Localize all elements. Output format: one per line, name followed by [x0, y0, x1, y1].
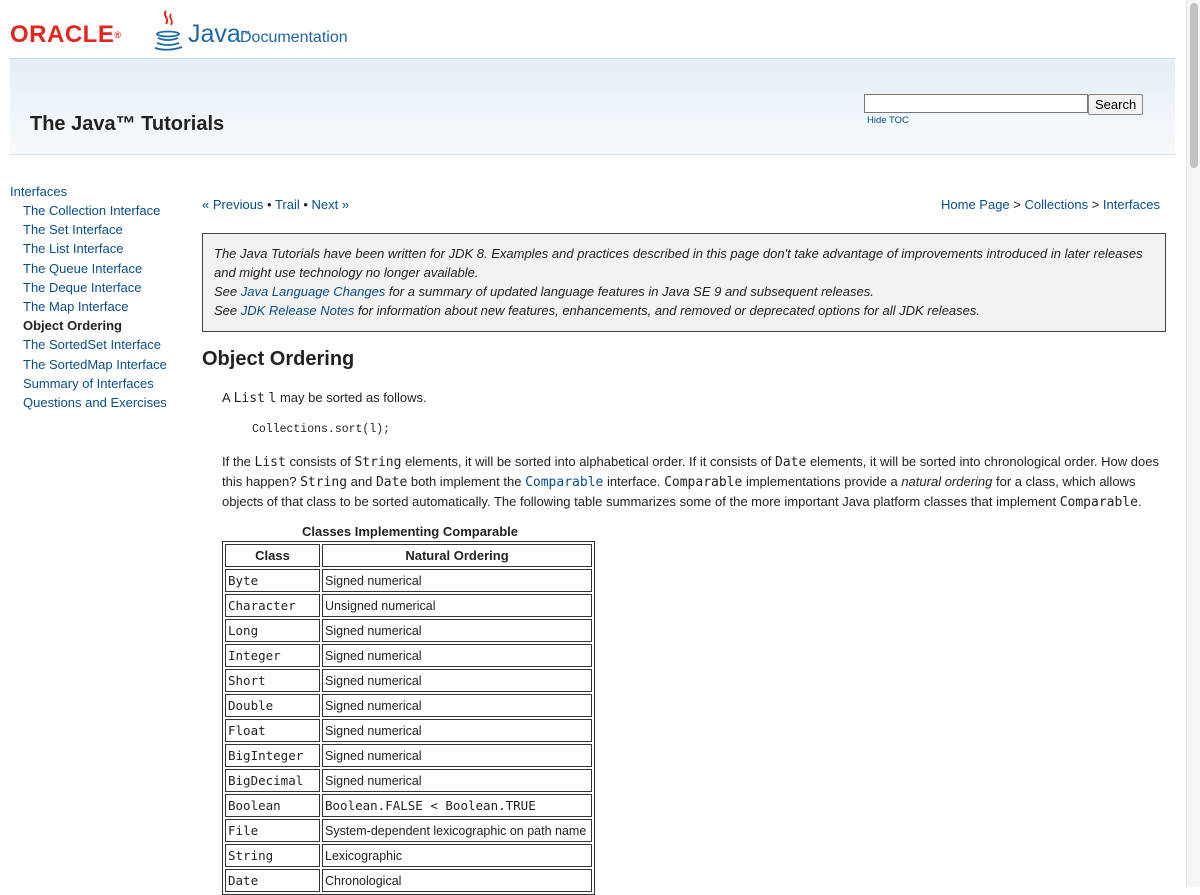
table-row: Float Signed numerical [225, 719, 592, 742]
class-cell: Integer [225, 644, 320, 667]
page-title: Object Ordering [202, 348, 355, 370]
ordering-cell: Signed numerical [322, 619, 592, 642]
jdk-release-notes-link[interactable]: JDK Release Notes [241, 303, 354, 318]
note-line-1: The Java Tutorials have been written for… [214, 246, 1143, 280]
table-row: Character Unsigned numerical [225, 594, 592, 617]
sidebar-item-sortedmap-interface[interactable]: The SortedMap Interface [10, 355, 190, 374]
sidebar-item-interfaces[interactable]: Interfaces [10, 182, 190, 201]
class-cell: Character [225, 594, 320, 617]
comparable-classes-table: Class Natural Ordering Byte Signed numeri… [222, 541, 595, 895]
sidebar-item-sortedset-interface[interactable]: The SortedSet Interface [10, 335, 190, 354]
ordering-cell: Signed numerical [322, 719, 592, 742]
page-navigation: « Previous • Trail • Next » [202, 197, 350, 212]
sidebar-item-set-interface[interactable]: The Set Interface [10, 220, 190, 239]
next-link[interactable]: Next » [312, 197, 350, 212]
comparable-link[interactable]: Comparable [525, 474, 603, 490]
class-cell: Long [225, 619, 320, 642]
sidebar-item-object-ordering: Object Ordering [23, 318, 122, 334]
search-button[interactable]: Search [1088, 94, 1144, 115]
class-cell: File [225, 819, 320, 842]
column-header-natural-ordering: Natural Ordering [322, 544, 592, 567]
table-row: File System-dependent lexicographic on pa… [225, 819, 592, 842]
class-cell: Short [225, 669, 320, 692]
class-cell: BigDecimal [225, 769, 320, 792]
sidebar-toc: Interfaces The Collection Interface The … [10, 182, 190, 412]
sidebar-item-questions-and-exercises[interactable]: Questions and Exercises [10, 393, 190, 412]
oracle-logo-text: ORACLE [10, 21, 115, 48]
table-caption: Classes Implementing Comparable [301, 524, 518, 539]
code-sample: Collections.sort(l); [252, 423, 391, 436]
ordering-cell: Signed numerical [322, 569, 592, 592]
table-row: Byte Signed numerical [225, 569, 592, 592]
column-header-class: Class [225, 544, 320, 567]
table-row: Double Signed numerical [225, 694, 592, 717]
scrollbar-thumb[interactable] [1190, 3, 1198, 168]
java-language-changes-link[interactable]: Java Language Changes [241, 284, 386, 299]
class-cell: Float [225, 719, 320, 742]
intro-paragraph: A List l may be sorted as follows. [222, 390, 427, 406]
table-header-row: Class Natural Ordering [225, 544, 592, 567]
sidebar-item-queue-interface[interactable]: The Queue Interface [10, 259, 190, 278]
header-banner: The Java™ Tutorials Search Hide TOC [10, 59, 1175, 155]
previous-link[interactable]: « Previous [202, 197, 263, 212]
trail-link[interactable]: Trail [275, 197, 300, 212]
breadcrumb-home[interactable]: Home Page [941, 197, 1010, 212]
page-scrollbar[interactable] [1186, 0, 1200, 887]
jdk-note-box: The Java Tutorials have been written for… [202, 233, 1166, 332]
class-cell: Double [225, 694, 320, 717]
search-input[interactable] [864, 94, 1088, 113]
ordering-cell: Lexicographic [322, 844, 592, 867]
ordering-cell: Chronological [322, 869, 592, 892]
class-cell: Boolean [225, 794, 320, 817]
java-cup-icon [154, 10, 183, 51]
ordering-cell: Boolean.FALSE < Boolean.TRUE [322, 794, 592, 817]
ordering-cell: Signed numerical [322, 694, 592, 717]
sidebar-item-collection-interface[interactable]: The Collection Interface [10, 201, 190, 220]
sidebar-item-deque-interface[interactable]: The Deque Interface [10, 278, 190, 297]
class-cell: String [225, 844, 320, 867]
tutorial-title: The Java™ Tutorials [30, 113, 225, 135]
class-cell: Byte [225, 569, 320, 592]
class-cell: Date [225, 869, 320, 892]
ordering-cell: Signed numerical [322, 669, 592, 692]
ordering-cell: Signed numerical [322, 644, 592, 667]
ordering-cell: Signed numerical [322, 769, 592, 792]
breadcrumb-interfaces[interactable]: Interfaces [1103, 197, 1160, 212]
table-row: BigDecimal Signed numerical [225, 769, 592, 792]
sidebar-item-summary-of-interfaces[interactable]: Summary of Interfaces [10, 374, 190, 393]
ordering-cell: System-dependent lexicographic on path n… [322, 819, 592, 842]
ordering-cell: Unsigned numerical [322, 594, 592, 617]
table-row: Boolean Boolean.FALSE < Boolean.TRUE [225, 794, 592, 817]
table-row: BigInteger Signed numerical [225, 744, 592, 767]
breadcrumb-collections[interactable]: Collections [1024, 197, 1088, 212]
note-line-3: See JDK Release Notes for information ab… [214, 303, 980, 318]
table-row: Date Chronological [225, 869, 592, 892]
ordering-cell: Signed numerical [322, 744, 592, 767]
note-line-2: See Java Language Changes for a summary … [214, 284, 874, 299]
sidebar-item-list-interface[interactable]: The List Interface [10, 239, 190, 258]
table-row: Short Signed numerical [225, 669, 592, 692]
class-cell: BigInteger [225, 744, 320, 767]
brand-bar: ORACLE® Java™ Documentation [0, 0, 1186, 58]
table-row: String Lexicographic [225, 844, 592, 867]
body-paragraph: If the List consists of String elements,… [222, 454, 1159, 510]
breadcrumb: Home Page > Collections > Interfaces [941, 197, 1160, 212]
hide-toc-link[interactable]: Hide TOC [867, 115, 909, 126]
table-row: Integer Signed numerical [225, 644, 592, 667]
oracle-logo[interactable]: ORACLE® [10, 21, 121, 48]
documentation-link[interactable]: Documentation [240, 29, 348, 47]
sidebar-item-map-interface[interactable]: The Map Interface [10, 297, 190, 316]
table-row: Long Signed numerical [225, 619, 592, 642]
